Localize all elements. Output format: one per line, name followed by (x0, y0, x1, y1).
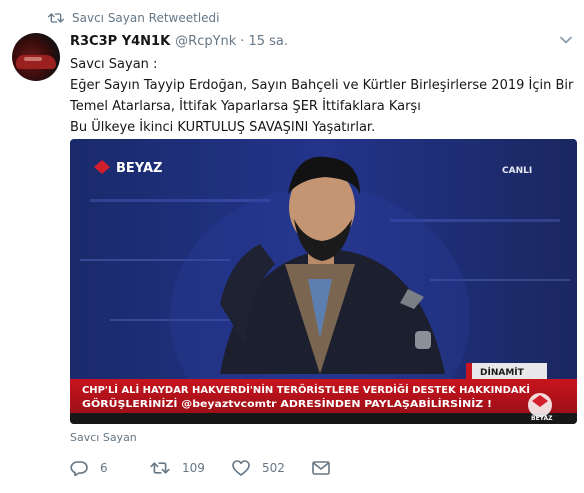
tweet-actions: 6 109 502 (70, 458, 330, 478)
ticker-line-1: CHP'Lİ ALİ HAYDAR HAKVERDİ'NİN TERÖRİSTL… (82, 384, 530, 396)
avatar-glint (24, 57, 42, 61)
live-label: CANLI (502, 166, 532, 176)
channel-logo-text: BEYAZ (116, 161, 162, 176)
media-caption: Savcı Sayan (70, 431, 137, 444)
reply-icon (70, 461, 88, 476)
tweet-text: Savcı Sayan : Eğer Sayın Tayyip Erdoğan,… (70, 54, 574, 138)
like-button[interactable]: 502 (232, 460, 312, 476)
ticker-line-2: GÖRÜŞLERİNİZİ @beyaztvcomtr ADRESİNDEN P… (82, 399, 492, 410)
retweet-context-label: Savcı Sayan Retweetledi (72, 11, 220, 25)
retweet-icon (48, 13, 64, 23)
program-label: DİNAMİT (480, 367, 525, 378)
author-name[interactable]: R3C3P Y4N1K (70, 34, 170, 49)
envelope-icon (312, 461, 330, 475)
direct-message-button[interactable] (312, 461, 330, 475)
reply-count: 6 (100, 461, 108, 475)
retweet-icon (150, 462, 170, 474)
reply-button[interactable]: 6 (70, 460, 150, 476)
wristwatch (415, 331, 431, 349)
heart-icon (232, 460, 250, 476)
retweet-count: 109 (182, 461, 205, 475)
tweet: Savcı Sayan Retweetledi R3C3P Y4N1K @Rcp… (0, 0, 584, 493)
chevron-down-icon[interactable] (560, 34, 572, 46)
tweet-timestamp[interactable]: 15 sa. (248, 34, 288, 49)
retweet-button[interactable]: 109 (150, 460, 232, 476)
tweet-text-line: Temel Atarlarsa, İttifak Yaparlarsa ŞER … (70, 99, 421, 114)
tweet-text-line: Savcı Sayan : (70, 57, 158, 72)
tweet-media-image[interactable]: BEYAZ CANLI DİNAMİT CHP'Lİ ALİ HAYDAR HA… (70, 139, 577, 424)
tweet-text-line: Bu Ülkeye İkinci KURTULUŞ SAVAŞINI Yaşat… (70, 120, 376, 135)
avatar[interactable] (12, 33, 60, 81)
like-count: 502 (262, 461, 285, 475)
tweet-text-line: Eğer Sayın Tayyip Erdoğan, Sayın Bahçeli… (70, 78, 574, 93)
corner-logo-text: BEYAZ (531, 415, 553, 422)
tweet-header: R3C3P Y4N1K @RcpYnk · 15 sa. (70, 31, 584, 51)
separator-dot: · (240, 33, 245, 49)
retweet-context[interactable]: Savcı Sayan Retweetledi (48, 10, 220, 26)
tv-broadcast-frame: BEYAZ CANLI DİNAMİT CHP'Lİ ALİ HAYDAR HA… (70, 139, 577, 424)
author-handle[interactable]: @RcpYnk (175, 34, 236, 49)
